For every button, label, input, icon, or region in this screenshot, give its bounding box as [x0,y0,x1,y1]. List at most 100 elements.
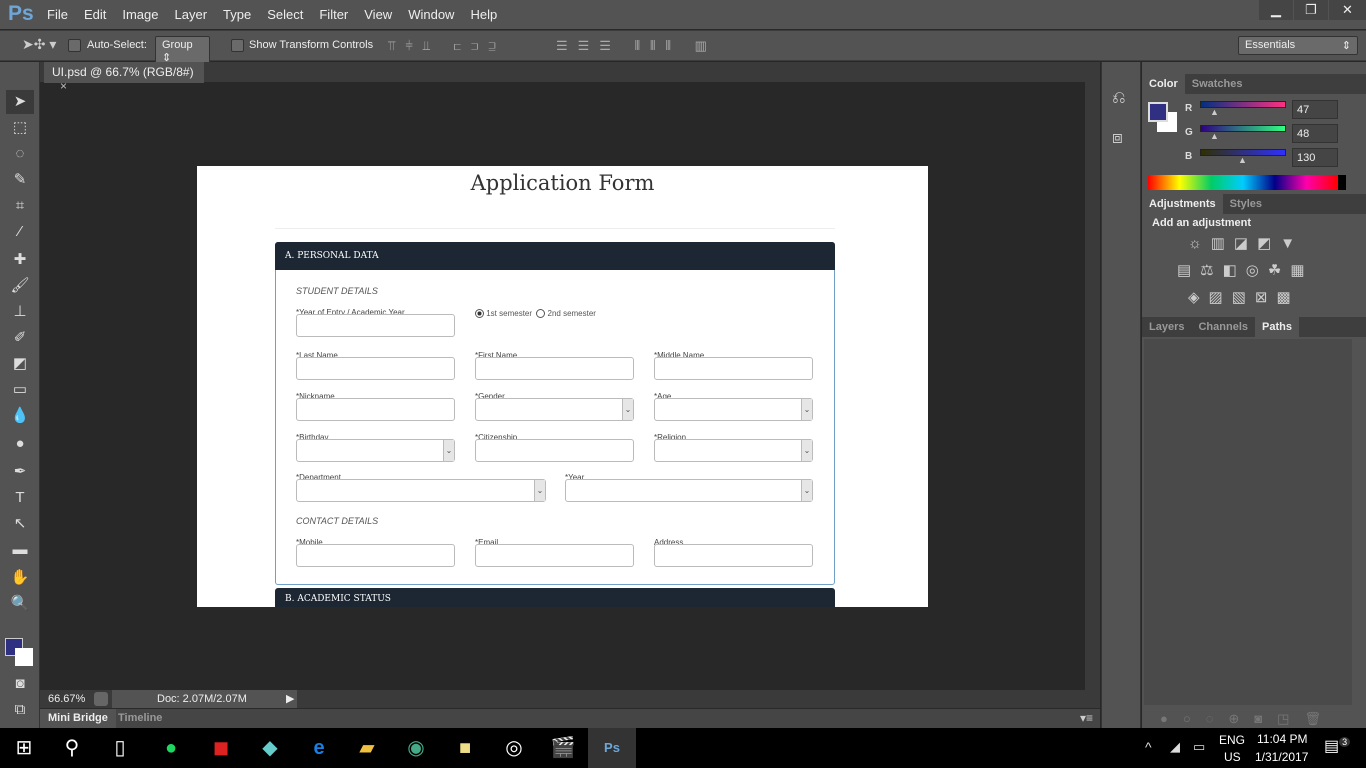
sticky-notes-icon[interactable]: ■ [441,728,489,768]
auto-select-checkbox[interactable] [68,39,81,52]
minimize-button[interactable]: ▁ [1259,0,1293,20]
b-value-input[interactable]: 130 [1292,148,1338,167]
year-of-entry-academic-year-input[interactable] [296,314,455,337]
status-info-icon[interactable] [94,692,108,706]
search-icon[interactable]: ⚲ [48,728,96,768]
mobile-input[interactable] [296,544,455,567]
chevron-down-icon[interactable]: ⌄ [443,440,454,461]
gradient-tool-icon[interactable]: ▭ [6,378,34,402]
address-input[interactable] [654,544,813,567]
color-spectrum[interactable] [1148,175,1346,190]
clock-date[interactable]: 1/31/2017 [1255,750,1308,764]
crystal-app-icon[interactable]: ◆ [246,728,294,768]
tab-channels[interactable]: Channels [1191,317,1255,337]
foreground-color-swatch[interactable] [1148,102,1168,122]
r-slider-handle[interactable]: ▲ [1210,107,1219,117]
battery-icon[interactable]: ▭ [1193,739,1205,755]
background-color-swatch[interactable] [15,648,33,666]
chevron-down-icon[interactable]: ⌄ [801,480,812,501]
status-menu-arrow-icon[interactable]: ▶ [286,692,294,705]
chrome-icon[interactable]: ◉ [392,728,440,768]
wifi-icon[interactable]: ◢ [1170,739,1180,755]
dodge-tool-icon[interactable]: ● [6,432,34,456]
vertical-scrollbar[interactable] [1085,82,1100,690]
groove-icon[interactable]: ◎ [490,728,538,768]
screen-mode-icon[interactable]: ⧉ [6,698,34,722]
chevron-down-icon[interactable]: ⌄ [622,399,633,420]
zoom-tool-icon[interactable]: 🔍 [6,592,34,616]
semester-1-radio[interactable] [475,309,484,319]
menu-image[interactable]: Image [122,7,158,22]
quick-mask-icon[interactable]: ◙ [6,672,34,696]
action-center-icon[interactable]: ▤ 3 [1324,736,1351,756]
file-explorer-icon[interactable]: ▰ [343,728,391,768]
language-code[interactable]: ENG [1219,733,1245,747]
tab-paths[interactable]: Paths [1255,317,1299,337]
nickname-input[interactable] [296,398,455,421]
menu-window[interactable]: Window [408,7,454,22]
g-slider-handle[interactable]: ▲ [1210,131,1219,141]
eyedropper-tool-icon[interactable]: ⁄ [6,220,34,244]
distribute-icons[interactable]: ☰☰☰ ⫴⫴⫴ ▥ [556,38,717,54]
menu-select[interactable]: Select [267,7,303,22]
photoshop-taskbar-icon[interactable]: Ps [588,728,636,768]
restore-button[interactable]: ❐ [1294,0,1328,20]
pen-tool-icon[interactable]: ✒ [6,460,34,484]
history-brush-tool-icon[interactable]: ✐ [6,326,34,350]
menu-view[interactable]: View [364,7,392,22]
move-tool-icon[interactable]: ➤ [6,90,34,114]
chevron-down-icon[interactable]: ⌄ [801,440,812,461]
eraser-tool-icon[interactable]: ◩ [6,352,34,376]
menu-edit[interactable]: Edit [84,7,106,22]
crop-tool-icon[interactable]: ⌗ [6,194,34,218]
clock-time[interactable]: 11:04 PM [1257,732,1307,746]
email-input[interactable] [475,544,634,567]
tab-layers[interactable]: Layers [1142,317,1191,337]
tab-swatches[interactable]: Swatches [1185,74,1250,94]
move-tool-icon[interactable]: ➤✣ ▾ [22,36,56,53]
year-select[interactable]: ⌄ [565,479,813,502]
citizenship-input[interactable] [475,439,634,462]
gender-select[interactable]: ⌄ [475,398,634,421]
properties-panel-icon[interactable]: ⧈ [1112,128,1123,148]
healing-tool-icon[interactable]: ✚ [6,248,34,272]
chevron-down-icon[interactable]: ⌄ [801,399,812,420]
first-name-input[interactable] [475,357,634,380]
hand-tool-icon[interactable]: ✋ [6,566,34,590]
quick-select-tool-icon[interactable]: ✎ [6,168,34,192]
history-panel-icon[interactable]: ⎌ [1112,88,1126,108]
workspace-select[interactable]: Essentials ⇕ [1238,36,1358,55]
close-window-button[interactable]: ✕ [1329,0,1366,20]
menu-type[interactable]: Type [223,7,251,22]
marquee-tool-icon[interactable]: ⬚ [6,116,34,140]
show-hidden-icons[interactable]: ^ [1145,739,1152,755]
tab-color[interactable]: Color [1142,74,1185,94]
panel-menu-icon[interactable]: ▾≡ [1080,711,1093,725]
start-button[interactable]: ⊞ [0,728,48,768]
b-slider-handle[interactable]: ▲ [1238,155,1247,165]
show-transform-checkbox[interactable] [231,39,244,52]
game-app-icon[interactable]: ◼ [197,728,245,768]
close-tab-icon[interactable]: × [60,79,67,93]
r-value-input[interactable]: 47 [1292,100,1338,119]
g-value-input[interactable]: 48 [1292,124,1338,143]
stamp-tool-icon[interactable]: ⊥ [6,300,34,324]
align-icons[interactable]: ⫪⫩⫫ ⊏⊐⊒ [388,38,506,54]
menu-layer[interactable]: Layer [175,7,208,22]
tab-mini-bridge[interactable]: Mini Bridge [40,709,116,728]
adjustment-icons-row-2[interactable]: ▤⚖◧◎☘▦ [1177,261,1314,279]
lasso-tool-icon[interactable]: ◌ [6,142,34,166]
zoom-level[interactable]: 66.67% [48,693,85,705]
adjustment-icons-row-1[interactable]: ☼▥◪◩▼ [1188,234,1304,252]
semester-2-radio[interactable] [536,309,546,319]
religion-select[interactable]: ⌄ [654,439,813,462]
adjustment-icons-row-3[interactable]: ◈▨▧⊠▩ [1188,288,1300,306]
chevron-down-icon[interactable]: ⌄ [534,480,545,501]
age-select[interactable]: ⌄ [654,398,813,421]
tab-adjustments[interactable]: Adjustments [1142,194,1223,214]
edge-icon[interactable]: e [295,728,343,768]
menu-help[interactable]: Help [470,7,497,22]
shape-tool-icon[interactable]: ▬ [6,538,34,562]
document-tab[interactable]: UI.psd @ 66.7% (RGB/8#) × [44,62,204,93]
blur-tool-icon[interactable]: 💧 [6,404,34,428]
